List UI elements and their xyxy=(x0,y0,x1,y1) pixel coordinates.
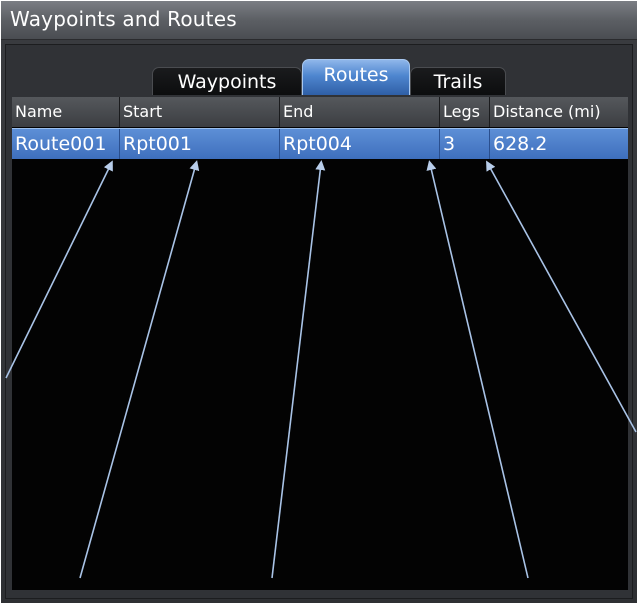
title-bar: Waypoints and Routes xyxy=(1,1,637,40)
waypoints-routes-window: Waypoints and Routes Waypoints Routes Tr… xyxy=(1,1,637,603)
routes-table: Name Start End Legs Distance (mi) Route0… xyxy=(12,97,628,590)
table-row[interactable]: Route001 Rpt001 Rpt004 3 628.2 xyxy=(12,128,628,159)
column-header-start[interactable]: Start xyxy=(119,97,279,127)
column-header-end[interactable]: End xyxy=(279,97,439,127)
cell-route-name: Route001 xyxy=(15,133,107,155)
column-header-distance[interactable]: Distance (mi) xyxy=(489,97,628,127)
tab-trails[interactable]: Trails xyxy=(410,67,506,95)
table-header: Name Start End Legs Distance (mi) xyxy=(12,97,628,127)
cell-end: Rpt004 xyxy=(279,129,439,159)
cell-legs: 3 xyxy=(439,129,489,159)
window-title: Waypoints and Routes xyxy=(10,7,237,31)
cell-distance: 628.2 xyxy=(489,129,628,159)
content-panel: Waypoints Routes Trails Name Start End L… xyxy=(5,44,633,599)
tab-routes[interactable]: Routes xyxy=(302,59,410,95)
column-header-legs[interactable]: Legs xyxy=(439,97,489,127)
tab-waypoints[interactable]: Waypoints xyxy=(152,67,302,95)
cell-start: Rpt001 xyxy=(119,129,279,159)
column-header-name[interactable]: Name xyxy=(12,97,119,127)
